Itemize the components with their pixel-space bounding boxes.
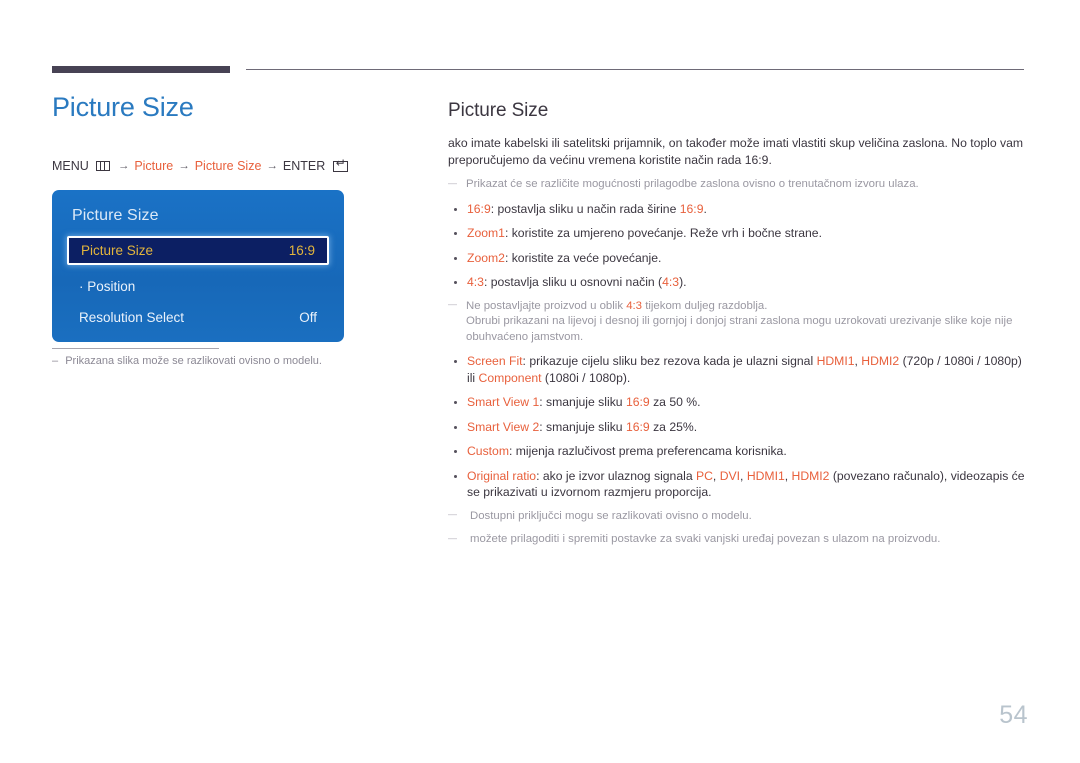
option-text-tail: za 25%.	[649, 419, 698, 434]
source-pc: PC	[695, 468, 713, 483]
page-title-left: Picture Size	[52, 92, 194, 122]
osd-panel-title: Picture Size	[72, 207, 159, 225]
header-rule-thin	[246, 69, 1024, 70]
osd-row-label: Picture Size	[81, 243, 154, 259]
option-term: Smart View 2	[467, 419, 540, 434]
list-item-smart-view-1: Smart View 1: smanjuje sliku 16:9 za 50 …	[448, 394, 1026, 411]
option-text: : mijenja razlučivost prema preferencama…	[509, 444, 787, 458]
note-accent: 4:3	[626, 299, 643, 312]
list-item-zoom1: Zoom1: koristite za umjereno povećanje. …	[448, 225, 1026, 242]
breadcrumb-arrow-3: →	[266, 160, 278, 173]
option-text: : smanjuje sliku	[539, 395, 626, 409]
option-term: 4:3	[467, 275, 484, 289]
option-text: : smanjuje sliku	[539, 419, 626, 434]
option-accent-value: 16:9	[625, 419, 650, 434]
list-item-screen-fit: Screen Fit: prikazuje cijelu sliku bez r…	[448, 353, 1026, 386]
footnote-divider	[52, 348, 219, 349]
breadcrumb-menu-label: MENU	[52, 159, 89, 174]
footnote-dash: –	[52, 355, 66, 367]
footnote-text: Prikazana slika može se razlikovati ovis…	[65, 355, 322, 367]
note-save-settings: možete prilagoditi i spremiti postavke z…	[448, 531, 1026, 548]
note-text-a: Ne postavljajte proizvod u oblik	[466, 299, 627, 312]
option-text: : koristite za veće povećanje.	[504, 250, 662, 265]
osd-row-picture-size[interactable]: Picture Size 16:9	[67, 236, 329, 266]
list-item-custom: Custom: mijenja razlučivost prema prefer…	[448, 443, 1026, 460]
note-ports: Dostupni priključci mogu se razlikovati …	[448, 507, 1026, 525]
source-component: Component	[478, 370, 542, 385]
option-text: : postavlja sliku u način rada širine	[490, 201, 680, 216]
left-column: Picture Size MENU → Picture → Picture Si…	[52, 92, 402, 343]
option-text-tail: za 50 %.	[649, 395, 701, 409]
source-hdmi2: HDMI2	[791, 468, 830, 483]
header-rule-thick	[52, 66, 230, 73]
breadcrumb-item-picture-size[interactable]: Picture Size	[195, 159, 262, 173]
options-list-top: 16:9: postavlja sliku u način rada širin…	[448, 201, 1026, 291]
option-term: Original ratio	[467, 468, 537, 483]
option-text: : prikazuje cijelu sliku bez rezova kada…	[522, 354, 817, 368]
breadcrumb-enter-label: ENTER	[282, 159, 326, 174]
osd-row-label: Position	[79, 279, 135, 294]
manual-page: Picture Size MENU → Picture → Picture Si…	[0, 0, 1080, 763]
option-text-tail: ).	[679, 275, 687, 289]
list-item-zoom2: Zoom2: koristite za veće povećanje.	[448, 250, 1026, 267]
note-text-line2: Obrubi prikazani na lijevoj i desnoj ili…	[466, 315, 1013, 343]
option-term: Zoom2	[467, 250, 505, 265]
osd-row-position[interactable]: Position	[67, 272, 329, 300]
option-term: Screen Fit	[467, 354, 523, 368]
osd-row-value: Off	[299, 309, 317, 325]
right-column: Picture Size ako imate kabelski ili sate…	[448, 100, 1026, 556]
note-text-b: tijekom duljeg razdoblja.	[642, 299, 768, 312]
breadcrumb-item-picture[interactable]: Picture	[134, 159, 173, 173]
list-item-4-3: 4:3: postavlja sliku u osnovni način (4:…	[448, 274, 1026, 291]
breadcrumb-arrow-1: →	[117, 160, 130, 173]
note-4-3-warning: Ne postavljajte proizvod u oblik 4:3 tij…	[448, 297, 1026, 346]
option-accent-value: 16:9	[679, 201, 704, 216]
page-title-right: Picture Size	[448, 100, 549, 121]
option-term: 16:9	[467, 201, 491, 216]
list-item-16-9: 16:9: postavlja sliku u način rada širin…	[448, 201, 1026, 218]
breadcrumb: MENU → Picture → Picture Size → ENTER	[52, 157, 402, 174]
osd-row-value: 16:9	[288, 243, 315, 259]
breadcrumb-arrow-2: →	[178, 160, 190, 173]
option-text-c: (1080i / 1080p).	[541, 370, 631, 385]
option-accent-value: 4:3	[662, 275, 680, 289]
list-item-smart-view-2: Smart View 2: smanjuje sliku 16:9 za 25%…	[448, 419, 1026, 436]
page-number: 54	[999, 701, 1028, 729]
source-hdmi1: HDMI1	[816, 354, 855, 368]
note-intro: Prikazat će se različite mogućnosti pril…	[448, 176, 1026, 193]
osd-row-resolution-select[interactable]: Resolution Select Off	[67, 303, 329, 331]
option-term: Zoom1	[467, 226, 505, 240]
source-dvi: DVI	[719, 468, 741, 483]
separator: ,	[712, 468, 720, 483]
option-text: : koristite za umjereno povećanje. Reže …	[504, 226, 822, 240]
option-term: Smart View 1	[467, 395, 540, 409]
option-term: Custom	[467, 444, 509, 458]
separator: ,	[784, 468, 792, 483]
intro-paragraph: ako imate kabelski ili satelitski prijam…	[448, 136, 1024, 167]
option-text: : postavlja sliku u osnovni način (	[483, 275, 663, 289]
left-footnote: – Prikazana slika može se razlikovati ov…	[52, 355, 322, 367]
option-text-tail: .	[703, 201, 707, 216]
source-hdmi1: HDMI1	[746, 468, 785, 483]
menu-grid-icon	[95, 161, 110, 172]
options-list-bottom: Screen Fit: prikazuje cijelu sliku bez r…	[448, 353, 1026, 501]
option-accent-value: 16:9	[625, 395, 650, 409]
separator: ,	[740, 468, 747, 483]
source-hdmi2: HDMI2	[861, 354, 900, 368]
osd-menu-panel: Picture Size Picture Size 16:9 Position …	[52, 190, 344, 343]
list-item-original-ratio: Original ratio: ako je izvor ulaznog sig…	[448, 468, 1026, 501]
enter-return-icon	[333, 157, 349, 172]
osd-row-label: Resolution Select	[79, 309, 185, 325]
option-text: : ako je izvor ulaznog signala	[536, 468, 696, 483]
